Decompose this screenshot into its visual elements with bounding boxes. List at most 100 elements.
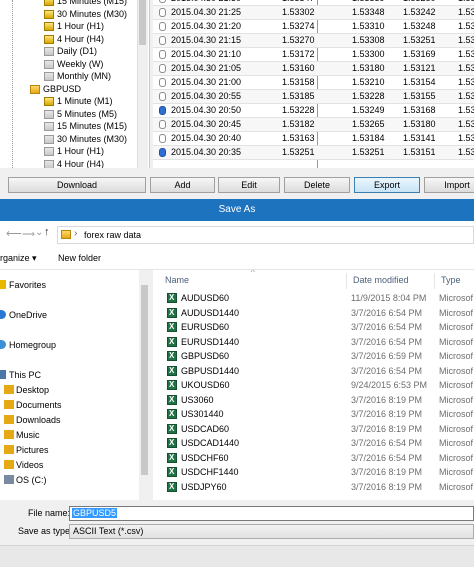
cell-c4: 1.53	[458, 105, 474, 115]
cell-time: 2015.04.30 21:25	[171, 7, 242, 17]
tree-item[interactable]: Weekly (W)	[44, 58, 103, 71]
file-row[interactable]: USDCAD60 3/7/2016 8:19 PM Microsof	[153, 422, 474, 436]
recent-dropdown-icon[interactable]: ⌄	[35, 227, 43, 238]
cell-c3: 1.53121	[403, 63, 436, 73]
tree-item[interactable]: 30 Minutes (M30)	[44, 8, 127, 21]
save-as-type-select[interactable]: ASCII Text (*.csv)	[69, 524, 474, 539]
tree-item[interactable]: 4 Hour (H4)	[44, 33, 104, 46]
cell-c1: 1.53182	[282, 119, 315, 129]
navigation-pane[interactable]: Favorites OneDrive Homegroup This PC Desktop…	[0, 270, 150, 500]
symbol-tree[interactable]: 15 Minutes (M15) 30 Minutes (M30) 1 Hour (…	[0, 0, 150, 168]
nav-item-label: OneDrive	[9, 310, 48, 320]
export-button[interactable]: Export	[354, 177, 420, 193]
quote-row[interactable]: 2015.04.30 20:35 1.53251 1.53251 1.53151 1.5…	[153, 146, 474, 160]
file-date: 3/7/2016 8:19 PM	[351, 394, 423, 405]
forward-arrow-icon[interactable]: ⟶	[22, 229, 35, 240]
file-row[interactable]: USDCHF60 3/7/2016 6:54 PM Microsof	[153, 451, 474, 465]
edit-button[interactable]: Edit	[218, 177, 280, 193]
quote-row[interactable]: 2015.04.30 21:05 1.53160 1.53180 1.53121 1.5…	[153, 62, 474, 76]
add-button[interactable]: Add	[150, 177, 215, 193]
breadcrumb-chevron-icon[interactable]: ›	[74, 228, 77, 239]
tree-item[interactable]: Daily (D1)	[44, 45, 97, 58]
cell-c2: 1.53249	[352, 105, 385, 115]
folder-icon	[4, 430, 14, 439]
back-arrow-icon[interactable]: ⟵	[6, 227, 22, 240]
file-row[interactable]: EURUSD60 3/7/2016 6:54 PM Microsof	[153, 320, 474, 334]
tree-item[interactable]: 30 Minutes (M30)	[44, 133, 127, 146]
organize-menu[interactable]: rganize ▾	[0, 253, 37, 264]
import-button[interactable]: Import	[424, 177, 474, 193]
cell-c2: 1.53184	[352, 133, 385, 143]
nav-scrollbar-thumb[interactable]	[141, 285, 148, 475]
file-row[interactable]: AUDUSD60 11/9/2015 8:04 PM Microsof	[153, 291, 474, 305]
file-list[interactable]: Name ^ Date modified Type AUDUSD60 11/9/2…	[153, 270, 474, 500]
file-type: Microsof	[439, 423, 474, 434]
file-row[interactable]: US3060 3/7/2016 8:19 PM Microsof	[153, 393, 474, 407]
folder-icon	[4, 445, 14, 454]
up-arrow-icon[interactable]: ↑	[44, 226, 50, 238]
tree-item[interactable]: 1 Minute (M1)	[44, 95, 113, 108]
file-name: USDCAD60	[181, 423, 230, 434]
cell-c3: 1.53151	[403, 147, 436, 157]
quote-row[interactable]: 2015.04.30 20:40 1.53163 1.53184 1.53141 1.5…	[153, 132, 474, 146]
file-row[interactable]: UKOUSD60 9/24/2015 6:53 PM Microsof	[153, 378, 474, 392]
excel-file-icon	[167, 393, 177, 407]
timeframe-icon	[44, 0, 54, 7]
quote-row[interactable]: 2015.04.30 21:15 1.53270 1.53308 1.53251 1.5…	[153, 34, 474, 48]
cell-c1: 1.53172	[282, 49, 315, 59]
quote-row[interactable]: 2015.04.30 20:55 1.53185 1.53228 1.53155 1.5…	[153, 90, 474, 104]
file-row[interactable]: USDCHF1440 3/7/2016 8:19 PM Microsof	[153, 465, 474, 479]
file-row[interactable]: USDCAD1440 3/7/2016 6:54 PM Microsof	[153, 436, 474, 450]
tree-item[interactable]: 1 Hour (H1)	[44, 145, 104, 158]
excel-file-icon	[167, 422, 177, 436]
new-folder-button[interactable]: New folder	[58, 253, 101, 263]
file-row[interactable]: USDJPY60 3/7/2016 8:19 PM Microsof	[153, 480, 474, 494]
tree-item[interactable]: GBPUSD	[30, 83, 81, 96]
quote-row[interactable]: 2015.04.30 21:00 1.53158 1.53210 1.53154 1.5…	[153, 76, 474, 90]
file-row[interactable]: US301440 3/7/2016 8:19 PM Microsof	[153, 407, 474, 421]
file-row[interactable]: GBPUSD60 3/7/2016 6:59 PM Microsof	[153, 349, 474, 363]
tree-scrollbar-thumb[interactable]	[139, 0, 146, 45]
cell-c2: 1.53339	[352, 0, 385, 5]
file-name-label: File name:	[28, 508, 71, 518]
timeframe-icon	[44, 34, 54, 44]
column-header-type[interactable]: Type	[441, 275, 461, 285]
file-row[interactable]: AUDUSD1440 3/7/2016 6:54 PM Microsof	[153, 306, 474, 320]
file-date: 9/24/2015 6:53 PM	[351, 380, 428, 390]
quote-row[interactable]: 2015.04.30 21:20 1.53274 1.53310 1.53248 1.5…	[153, 20, 474, 34]
tree-item[interactable]: 15 Minutes (M15)	[44, 120, 127, 133]
cell-c4: 1.53	[458, 0, 474, 5]
quote-row[interactable]: 2015.04.30 20:50 1.53228 1.53249 1.53168 1.5…	[153, 104, 474, 118]
tree-item[interactable]: 4 Hour (H4)	[44, 158, 104, 168]
file-name: AUDUSD60	[181, 293, 230, 303]
download-button[interactable]: Download	[8, 177, 146, 193]
quotes-grid[interactable]: 2015.04.30 21:30 1.53347 1.53339 1.53280 1.5…	[153, 0, 474, 168]
cell-c2: 1.53308	[352, 35, 385, 45]
address-box[interactable]: › forex raw data	[57, 226, 474, 244]
file-row[interactable]: EURUSD1440 3/7/2016 6:54 PM Microsof	[153, 335, 474, 349]
cell-c3: 1.53141	[403, 133, 436, 143]
column-separator[interactable]	[346, 273, 347, 289]
timeframe-icon	[44, 59, 54, 69]
column-header-name[interactable]: Name	[165, 275, 189, 285]
column-separator[interactable]	[434, 273, 435, 289]
quote-row[interactable]: 2015.04.30 20:45 1.53182 1.53265 1.53180 1.5…	[153, 118, 474, 132]
file-name-value[interactable]: GBPUSD5	[72, 508, 118, 518]
file-name: US3060	[181, 394, 214, 405]
delete-button[interactable]: Delete	[284, 177, 350, 193]
cell-c4: 1.53	[458, 49, 474, 59]
quote-row[interactable]: 2015.04.30 21:25 1.53302 1.53348 1.53242 1.5…	[153, 6, 474, 20]
tree-item[interactable]: 1 Hour (H1)	[44, 20, 104, 33]
breadcrumb-current-folder[interactable]: forex raw data	[84, 230, 141, 240]
cell-c1: 1.53347	[282, 0, 315, 5]
tree-item[interactable]: Monthly (MN)	[44, 70, 111, 83]
record-icon	[159, 106, 166, 115]
nav-item-label: Pictures	[16, 445, 49, 455]
quote-row[interactable]: 2015.04.30 21:10 1.53172 1.53300 1.53169 1.5…	[153, 48, 474, 62]
file-date: 11/9/2015 8:04 PM	[351, 293, 427, 303]
column-header-date[interactable]: Date modified	[353, 275, 409, 285]
file-row[interactable]: GBPUSD1440 3/7/2016 6:54 PM Microsof	[153, 364, 474, 378]
tree-item-label: 1 Hour (H1)	[57, 21, 105, 31]
file-name-input[interactable]: GBPUSD5	[69, 506, 474, 521]
tree-item[interactable]: 5 Minutes (M5)	[44, 108, 117, 121]
